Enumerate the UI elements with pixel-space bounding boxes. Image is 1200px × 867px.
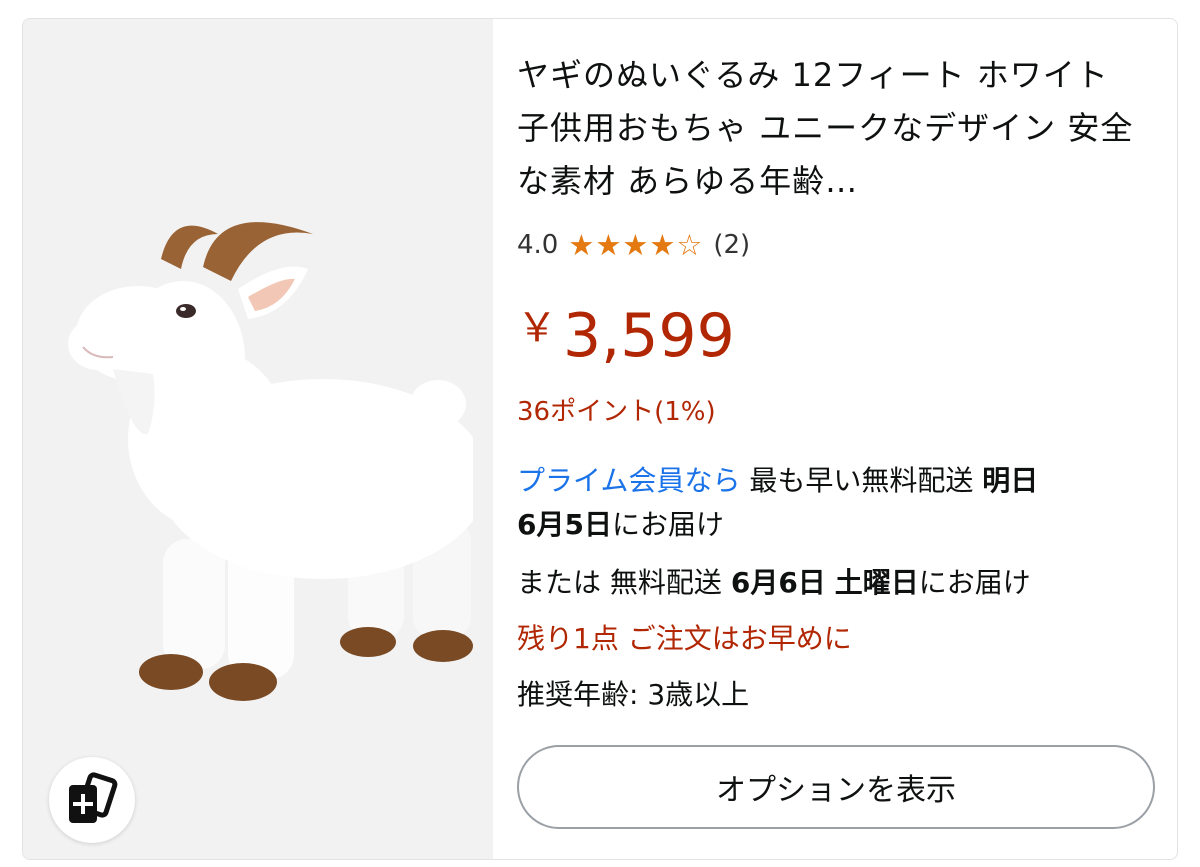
star-rating: ★ ★ ★ ★ ☆ xyxy=(568,228,703,262)
fastest-date: 6月5日 xyxy=(517,508,612,541)
prime-link[interactable]: プライム会員なら xyxy=(517,464,740,497)
add-to-compare-icon[interactable] xyxy=(49,757,135,843)
rating-row[interactable]: 4.0 ★ ★ ★ ★ ☆ (2) xyxy=(517,225,750,265)
age-label: 推奨年齢: xyxy=(517,678,639,711)
free-weekday: 土曜日 xyxy=(834,566,919,599)
stock-left: 残り1点 xyxy=(517,622,619,655)
goat-plush-image[interactable] xyxy=(43,189,473,709)
prime-delivery-line: プライム会員なら 最も早い無料配送 明日 xyxy=(517,459,1157,503)
review-count[interactable]: (2) xyxy=(713,230,750,260)
show-options-button[interactable]: オプションを表示 xyxy=(517,745,1155,829)
star-full-icon: ★ xyxy=(622,228,649,262)
or-label: または xyxy=(517,566,602,599)
product-card[interactable]: ヤギのぬいぐるみ 12フィート ホワイト 子供用おもちゃ ユニークなデザイン 安… xyxy=(22,18,1178,860)
recommended-age: 推奨年齢: 3歳以上 xyxy=(517,673,1157,717)
fastest-label: 最も早い無料配送 xyxy=(749,464,974,497)
price: ￥ 3,599 xyxy=(517,301,735,371)
star-full-icon: ★ xyxy=(649,228,676,262)
currency-symbol: ￥ xyxy=(517,305,557,351)
stock-warning: 残り1点 ご注文はお早めに xyxy=(517,617,1157,661)
prime-delivery-date: 6月5日にお届け xyxy=(517,503,1157,547)
free-date: 6月6日 xyxy=(730,566,826,599)
fastest-day: 明日 xyxy=(982,464,1039,497)
star-full-icon: ★ xyxy=(595,228,622,262)
star-empty-icon: ☆ xyxy=(676,228,703,262)
product-image-pane[interactable] xyxy=(23,19,493,859)
age-value: 3歳以上 xyxy=(647,678,750,711)
free-suffix: にお届け xyxy=(918,566,1031,599)
cards-plus-icon xyxy=(69,772,118,823)
rating-value: 4.0 xyxy=(517,230,559,260)
free-delivery-line: または 無料配送 6月6日 土曜日にお届け xyxy=(517,561,1157,605)
star-full-icon: ★ xyxy=(568,228,595,262)
free-label: 無料配送 xyxy=(609,566,722,599)
product-info: ヤギのぬいぐるみ 12フィート ホワイト 子供用おもちゃ ユニークなデザイン 安… xyxy=(517,19,1167,859)
price-value: 3,599 xyxy=(563,301,735,371)
stock-hurry: ご注文はお早めに xyxy=(627,622,852,655)
product-title[interactable]: ヤギのぬいぐるみ 12フィート ホワイト 子供用おもちゃ ユニークなデザイン 安… xyxy=(517,49,1147,208)
points-text: 36ポイント(1%) xyxy=(517,397,716,427)
deliver-suffix: にお届け xyxy=(611,508,724,541)
